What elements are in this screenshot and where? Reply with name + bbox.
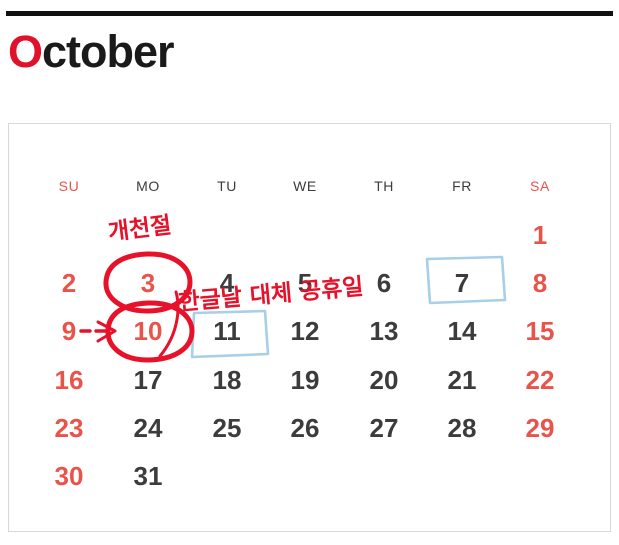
calendar-day-16[interactable]: 16 [55,367,84,393]
calendar-day-30[interactable]: 30 [55,463,84,489]
weekday-header-mo: MO [136,178,160,194]
calendar-day-3[interactable]: 3 [141,270,155,296]
calendar-day-9[interactable]: 9 [62,318,76,344]
page-title: October [8,26,175,77]
calendar-day-19[interactable]: 19 [291,367,320,393]
calendar-card: SU MO TU WE TH FR SA 1 2 3 4 5 6 7 8 9 10 11 12 13 14 15 16 17… [8,123,611,532]
calendar-day-14[interactable]: 14 [448,318,477,344]
calendar-day-11[interactable]: 11 [213,318,241,344]
weekday-header-th: TH [374,178,394,194]
calendar-day-21[interactable]: 21 [448,367,477,393]
weekday-header-sa: SA [530,178,550,194]
calendar-day-26[interactable]: 26 [291,415,320,441]
weekday-header-fr: FR [452,178,472,194]
weekday-header-we: WE [293,178,317,194]
top-rule [6,11,613,16]
calendar-day-grid: 1 2 3 4 5 6 7 8 9 10 11 12 13 14 15 16 17 18 19 20 21 22 23 24 2… [9,124,610,531]
calendar-day-23[interactable]: 23 [55,415,84,441]
calendar-day-7[interactable]: 7 [455,270,469,296]
calendar-day-6[interactable]: 6 [377,270,391,296]
calendar-day-1[interactable]: 1 [533,222,547,248]
calendar-day-2[interactable]: 2 [62,270,76,296]
calendar-day-22[interactable]: 22 [526,367,555,393]
calendar-day-24[interactable]: 24 [134,415,163,441]
calendar-day-13[interactable]: 13 [370,318,399,344]
calendar-day-20[interactable]: 20 [370,367,399,393]
calendar-day-31[interactable]: 31 [134,463,163,489]
month-title-initial: O [8,26,43,77]
calendar-day-17[interactable]: 17 [134,367,163,393]
calendar-day-4[interactable]: 4 [220,270,234,296]
calendar-day-29[interactable]: 29 [526,415,555,441]
weekday-header-tu: TU [217,178,237,194]
weekday-header-su: SU [58,178,80,194]
calendar-day-27[interactable]: 27 [370,415,399,441]
calendar-day-15[interactable]: 15 [526,318,555,344]
calendar-day-25[interactable]: 25 [213,415,242,441]
weekday-header-row: SU MO TU WE TH FR SA [9,124,610,531]
calendar-day-10[interactable]: 10 [134,318,163,344]
calendar-day-18[interactable]: 18 [213,367,242,393]
calendar-day-5[interactable]: 5 [298,270,312,296]
calendar-day-12[interactable]: 12 [291,318,320,344]
calendar-day-28[interactable]: 28 [448,415,477,441]
calendar-day-8[interactable]: 8 [533,270,547,296]
month-title-rest: ctober [42,26,175,77]
